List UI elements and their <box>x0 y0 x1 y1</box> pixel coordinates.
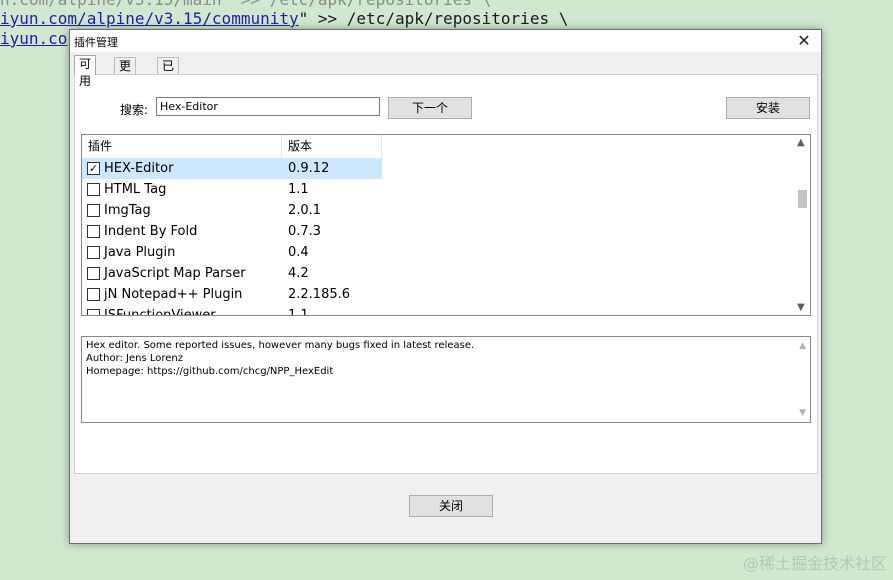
plugin-description: Hex editor. Some reported issues, howeve… <box>81 336 811 423</box>
plugin-name: HEX-Editor <box>104 161 174 176</box>
plugin-checkbox[interactable] <box>87 267 100 280</box>
close-icon[interactable]: ✕ <box>795 32 813 50</box>
plugin-version: 0.9.12 <box>288 161 330 176</box>
plugin-name: JSFunctionViewer <box>104 308 216 316</box>
search-label: 搜索: <box>120 103 149 117</box>
tab-installed[interactable]: 已安装 <box>157 57 180 107</box>
plugin-name: ImgTag <box>104 203 151 218</box>
editor-line: iyun.com/alpine/v3.15/community" >> /etc… <box>0 9 569 28</box>
plugin-version: 0.7.3 <box>288 224 322 239</box>
tab-updates[interactable]: 更新 <box>114 57 137 90</box>
plugin-row[interactable]: jN Notepad++ Plugin 2.2.185.6 <box>82 284 382 305</box>
plugin-checkbox[interactable] <box>87 183 100 196</box>
plugin-row[interactable]: ImgTag 2.0.1 <box>82 200 382 221</box>
plugin-checkbox[interactable] <box>87 309 100 315</box>
plugin-version: 2.2.185.6 <box>288 287 351 302</box>
description-line: Homepage: https://github.com/chcg/NPP_He… <box>86 366 334 377</box>
search-input[interactable]: Hex-Editor <box>156 97 380 116</box>
install-button[interactable]: 安装 <box>726 97 810 119</box>
plugin-version: 2.0.1 <box>288 203 322 218</box>
editor-line: iyun.co <box>0 29 68 48</box>
scroll-thumb[interactable] <box>798 190 807 208</box>
plugin-version: 0.4 <box>288 245 309 260</box>
scroll-down-icon[interactable]: ▼ <box>799 408 806 418</box>
title-bar: 插件管理 ✕ <box>70 30 821 52</box>
column-header-plugin[interactable]: 插件 <box>82 135 282 157</box>
plugin-row[interactable]: JSFunctionViewer 1.1 <box>82 305 382 316</box>
plugin-name: Java Plugin <box>104 245 176 260</box>
plugin-list: 插件 版本 ✓ HEX-Editor 0.9.12 HTML Tag 1.1 ImgTag… <box>81 134 811 316</box>
plugin-version: 1.1 <box>288 308 309 316</box>
tab-available[interactable]: 可用 <box>74 55 97 88</box>
plugin-row[interactable]: ✓ HEX-Editor 0.9.12 <box>82 158 382 179</box>
plugin-version: 4.2 <box>288 266 309 281</box>
plugin-row[interactable]: HTML Tag 1.1 <box>82 179 382 200</box>
scroll-up-icon[interactable]: ▲ <box>799 341 806 351</box>
description-line: Hex editor. Some reported issues, howeve… <box>86 340 475 351</box>
plugin-row[interactable]: Indent By Fold 0.7.3 <box>82 221 382 242</box>
plugin-checkbox[interactable] <box>87 288 100 301</box>
plugin-version: 1.1 <box>288 182 309 197</box>
plugin-row[interactable]: Java Plugin 0.4 <box>82 242 382 263</box>
plugin-checkbox[interactable] <box>87 246 100 259</box>
plugin-name: jN Notepad++ Plugin <box>104 287 243 302</box>
available-panel: 搜索: Hex-Editor 下一个 安装 插件 版本 ✓ HEX-Editor 0… <box>74 74 818 474</box>
plugin-manager-dialog: 插件管理 ✕ 可用 更新 已安装 搜索: Hex-Editor 下一个 安装 插… <box>69 29 822 544</box>
watermark: @稀土掘金技术社区 <box>742 554 887 573</box>
plugin-checkbox[interactable] <box>87 225 100 238</box>
list-header: 插件 版本 <box>82 135 794 157</box>
list-scrollbar[interactable]: ▲ ▼ <box>794 135 810 315</box>
close-button[interactable]: 关闭 <box>409 495 493 517</box>
editor-line: n.com/alpine/v3.15/main" >> /etc/apk/rep… <box>0 0 491 9</box>
plugin-checkbox[interactable]: ✓ <box>87 162 100 175</box>
plugin-name: Indent By Fold <box>104 224 198 239</box>
scroll-down-icon[interactable]: ▼ <box>797 302 805 313</box>
plugin-name: JavaScript Map Parser <box>104 266 246 281</box>
find-next-button[interactable]: 下一个 <box>388 97 472 119</box>
description-line: Author: Jens Lorenz <box>86 353 184 364</box>
scroll-up-icon[interactable]: ▲ <box>797 137 805 148</box>
plugin-row[interactable]: JavaScript Map Parser 4.2 <box>82 263 382 284</box>
plugin-checkbox[interactable] <box>87 204 100 217</box>
column-header-version[interactable]: 版本 <box>282 135 382 157</box>
plugin-name: HTML Tag <box>104 182 167 197</box>
dialog-title: 插件管理 <box>74 36 118 49</box>
editor-url[interactable]: iyun.com/alpine/v3.15/community <box>0 9 299 28</box>
